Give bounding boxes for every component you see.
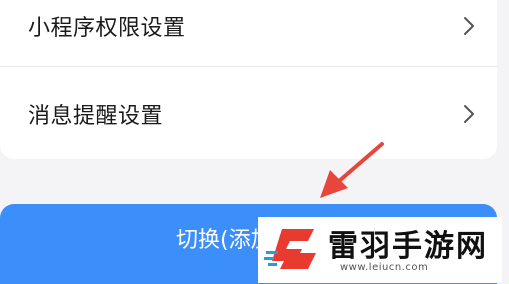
watermark: 雷羽手游网 www.leiucn.com <box>258 217 502 283</box>
settings-item-label: 小程序权限设置 <box>28 16 186 41</box>
leiyu-logo-icon <box>264 229 316 269</box>
settings-item-miniprogram-permissions[interactable]: 小程序权限设置 <box>0 0 497 66</box>
settings-card: 小程序权限设置 消息提醒设置 <box>0 0 497 159</box>
chevron-right-icon <box>464 17 474 35</box>
chevron-right-icon <box>464 105 474 123</box>
settings-item-label: 消息提醒设置 <box>28 104 164 129</box>
watermark-url: www.leiucn.com <box>340 262 429 273</box>
watermark-title: 雷羽手游网 <box>328 229 488 264</box>
settings-item-message-reminder[interactable]: 消息提醒设置 <box>0 74 497 154</box>
divider <box>0 66 497 67</box>
